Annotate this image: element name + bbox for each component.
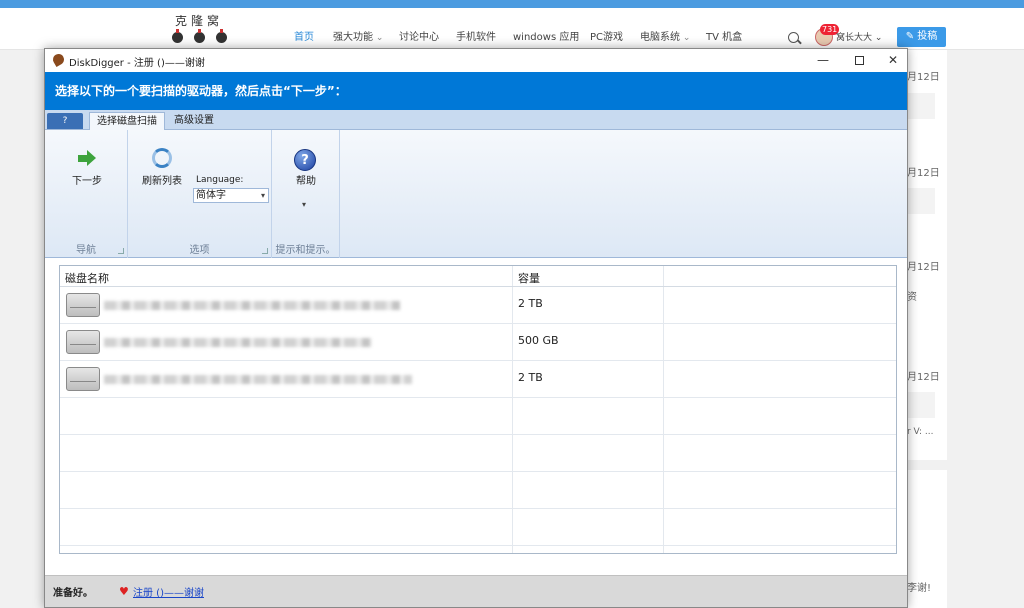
username-menu[interactable]: 窝长大大 ⌄ <box>836 30 882 43</box>
ribbon-group-options: 刷新列表 Language: 简体字 选项 <box>128 130 272 258</box>
nav-features[interactable]: 强大功能 <box>333 30 383 46</box>
site-logo[interactable]: 克隆窝 <box>168 12 230 48</box>
nav-tv-box[interactable]: TV 机盒 <box>706 30 742 46</box>
nav-home[interactable]: 首页 <box>294 30 314 46</box>
post-button[interactable]: ✎ 投稿 <box>897 27 946 47</box>
nav-pc-games[interactable]: PC游戏 <box>590 30 623 46</box>
tab-select-disk[interactable]: 选择磁盘扫描 <box>89 112 165 130</box>
group-launcher-icon[interactable] <box>262 248 268 254</box>
ribbon-app-button[interactable]: ? <box>47 113 83 129</box>
refresh-icon[interactable] <box>152 148 172 168</box>
ribbon-body: 下一步 导航 刷新列表 Language: 简体字 选项 ? 帮助 ▾ 提示和提… <box>45 130 907 258</box>
disk-size: 500 GB <box>518 334 559 347</box>
column-header-name[interactable]: 磁盘名称 <box>65 270 109 286</box>
diskdigger-window: DiskDigger - 注册 ()——谢谢 — ✕ 选择以下的一个要扫描的驱动… <box>44 48 908 608</box>
site-top-strip <box>0 0 1024 8</box>
ribbon-group-help: ? 帮助 ▾ 提示和提示。 <box>272 130 340 258</box>
disk-list-area: 磁盘名称 容量 2 TB 500 GB 2 TB <box>45 259 907 575</box>
diskdigger-shovel-icon <box>50 51 67 68</box>
next-button[interactable]: 下一步 <box>72 172 102 187</box>
nav-forum[interactable]: 讨论中心 <box>399 30 439 46</box>
disk-table: 磁盘名称 容量 2 TB 500 GB 2 TB <box>59 265 897 554</box>
status-text: 准备好。 <box>53 588 93 599</box>
heart-icon: ♥ <box>119 585 129 598</box>
tab-advanced-settings[interactable]: 高级设置 <box>167 112 221 130</box>
ribbon-group-nav: 下一步 导航 <box>45 130 128 258</box>
nav-systems[interactable]: 电脑系统 <box>640 30 690 46</box>
sidebar-snippet[interactable]: 资 <box>907 288 917 303</box>
nav-mobile[interactable]: 手机软件 <box>456 30 496 46</box>
nav-windows[interactable]: windows 应用 <box>513 30 579 46</box>
register-link[interactable]: 注册 ()——谢谢 <box>133 584 204 599</box>
disk-name-redacted <box>104 375 412 384</box>
sidebar-thumb[interactable] <box>907 188 935 214</box>
refresh-list-button[interactable]: 刷新列表 <box>142 172 182 187</box>
help-icon[interactable]: ? <box>294 149 316 171</box>
title-bar[interactable]: DiskDigger - 注册 ()——谢谢 — ✕ <box>45 49 907 72</box>
table-row[interactable] <box>64 287 504 323</box>
site-navbar: 克隆窝 首页 强大功能 讨论中心 手机软件 windows 应用 PC游戏 电脑… <box>0 8 1024 50</box>
search-icon[interactable] <box>788 32 799 43</box>
sidebar-date: 月12日 <box>907 262 940 273</box>
disk-name-redacted <box>104 301 400 310</box>
ribbon-group-label-nav: 导航 <box>76 245 96 256</box>
disk-name-redacted <box>104 338 372 347</box>
group-launcher-icon[interactable] <box>118 248 124 254</box>
username-label: 窝长大大 <box>836 33 873 43</box>
maximize-icon <box>854 56 864 65</box>
language-select[interactable]: 简体字 <box>193 188 269 203</box>
sidebar-thumb[interactable] <box>907 392 935 418</box>
ribbon-group-label-options: 选项 <box>189 245 210 256</box>
sidebar-snippet[interactable]: r V: ... <box>907 427 933 437</box>
ribbon-group-label-help: 提示和提示。 <box>275 245 336 256</box>
help-dropdown[interactable]: ▾ <box>302 200 306 209</box>
next-arrow-icon[interactable] <box>78 150 96 166</box>
table-row[interactable] <box>64 324 504 360</box>
logo-text: 克隆窝 <box>174 14 223 28</box>
maximize-button[interactable] <box>841 49 877 72</box>
language-label: Language: <box>196 175 244 185</box>
disk-size: 2 TB <box>518 297 543 310</box>
sidebar-thumb[interactable] <box>907 93 935 119</box>
sidebar-date: 月12日 <box>907 168 940 179</box>
sidebar-snippet[interactable]: 李谢! <box>907 579 931 594</box>
hard-drive-icon <box>66 293 100 317</box>
sidebar-date: 月12日 <box>907 372 940 383</box>
sidebar-date: 月12日 <box>907 72 940 83</box>
minimize-button[interactable]: — <box>805 49 841 72</box>
edit-icon: ✎ <box>905 31 915 42</box>
close-button[interactable]: ✕ <box>875 49 907 72</box>
instruction-banner: 选择以下的一个要扫描的驱动器，然后点击“下一步”： <box>45 72 907 110</box>
help-button[interactable]: 帮助 <box>296 172 316 187</box>
table-row[interactable] <box>64 361 504 397</box>
column-header-size[interactable]: 容量 <box>518 270 540 286</box>
disk-size: 2 TB <box>518 371 543 384</box>
post-button-label: 投稿 <box>917 31 938 42</box>
language-value: 简体字 <box>196 190 226 201</box>
ribbon-tab-bar: ? 选择磁盘扫描 高级设置 <box>45 110 907 130</box>
window-title: DiskDigger - 注册 ()——谢谢 <box>69 58 205 69</box>
hard-drive-icon <box>66 330 100 354</box>
logo-bombs-icon <box>170 29 228 44</box>
chevron-down-icon: ⌄ <box>874 33 883 43</box>
hard-drive-icon <box>66 367 100 391</box>
status-bar: 准备好。 ♥ 注册 ()——谢谢 <box>45 575 907 607</box>
